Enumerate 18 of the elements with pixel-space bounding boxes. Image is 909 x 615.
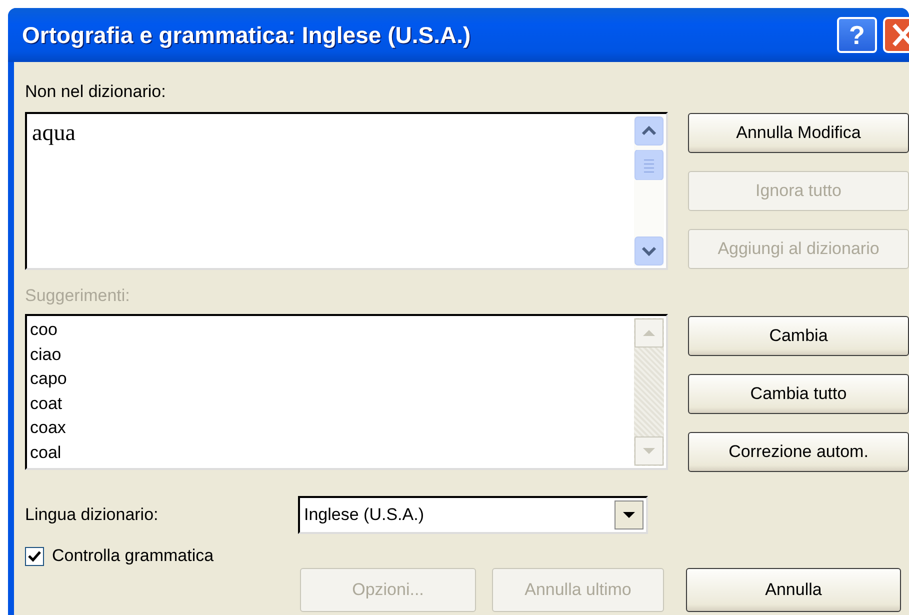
action-button[interactable]: Cambia: [688, 316, 909, 356]
scroll-thumb-icon[interactable]: [634, 150, 664, 180]
window-title: Ortografia e grammatica: Inglese (U.S.A.): [22, 22, 472, 48]
language-dropdown[interactable]: Inglese (U.S.A.): [298, 496, 648, 534]
field-label: Suggerimenti:: [25, 285, 131, 307]
action-button[interactable]: Annulla: [686, 568, 901, 612]
text-area[interactable]: aqua: [25, 112, 668, 270]
field-label: Lingua dizionario:: [25, 504, 160, 526]
scroll-down-icon[interactable]: [634, 236, 664, 266]
action-button[interactable]: Cambia tutto: [688, 374, 909, 414]
help-button[interactable]: ?: [837, 17, 877, 53]
scroll-up-icon[interactable]: [634, 116, 664, 146]
close-icon[interactable]: [883, 17, 909, 53]
checkbox[interactable]: [25, 546, 44, 566]
action-button[interactable]: Correzione autom.: [688, 432, 909, 472]
checkbox-label[interactable]: Controlla grammatica: [52, 544, 214, 568]
action-button[interactable]: Annulla Modifica: [688, 113, 909, 153]
field-label: Non nel dizionario:: [25, 81, 167, 103]
